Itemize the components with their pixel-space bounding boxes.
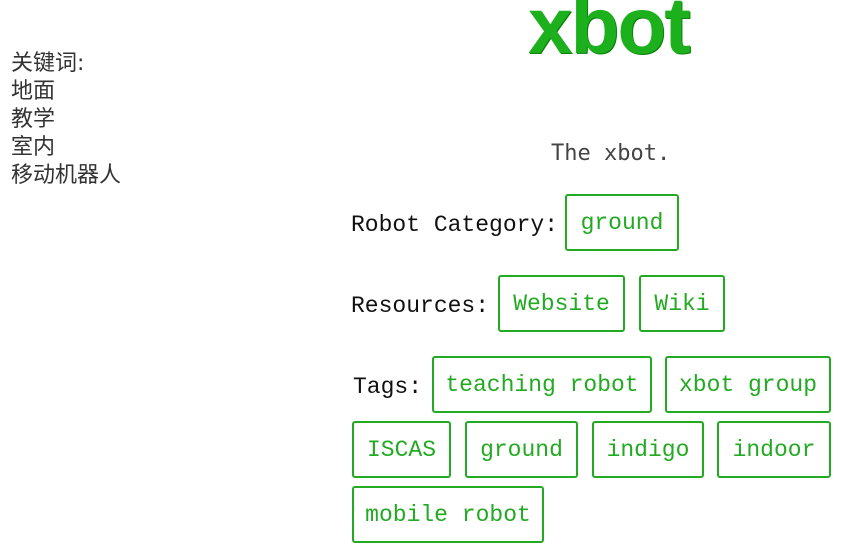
category-tag-ground[interactable]: ground: [565, 194, 679, 251]
robot-description: The xbot.: [551, 141, 671, 166]
tag-xbot-group[interactable]: xbot group: [665, 356, 831, 413]
keyword-item: 教学: [11, 107, 56, 132]
wiki-link[interactable]: Wiki: [639, 275, 725, 332]
website-link[interactable]: Website: [498, 275, 625, 332]
keyword-item: 室内: [11, 135, 56, 160]
tag-mobile-robot[interactable]: mobile robot: [352, 486, 544, 543]
tag-teaching-robot[interactable]: teaching robot: [432, 356, 652, 413]
category-label: Robot Category:: [351, 212, 559, 238]
tags-label: Tags:: [353, 374, 423, 400]
keyword-item: 地面: [11, 79, 56, 104]
keywords-title: 关键词:: [11, 51, 85, 76]
keywords-list: 关键词: 地面 教学 室内 移动机器人: [11, 50, 121, 190]
resources-label: Resources:: [351, 293, 490, 319]
robot-logo: xbot: [528, 0, 691, 70]
tag-ground[interactable]: ground: [465, 421, 578, 478]
tag-indoor[interactable]: indoor: [717, 421, 831, 478]
tag-iscas[interactable]: ISCAS: [352, 421, 451, 478]
tag-indigo[interactable]: indigo: [592, 421, 704, 478]
keyword-item: 移动机器人: [11, 163, 122, 188]
